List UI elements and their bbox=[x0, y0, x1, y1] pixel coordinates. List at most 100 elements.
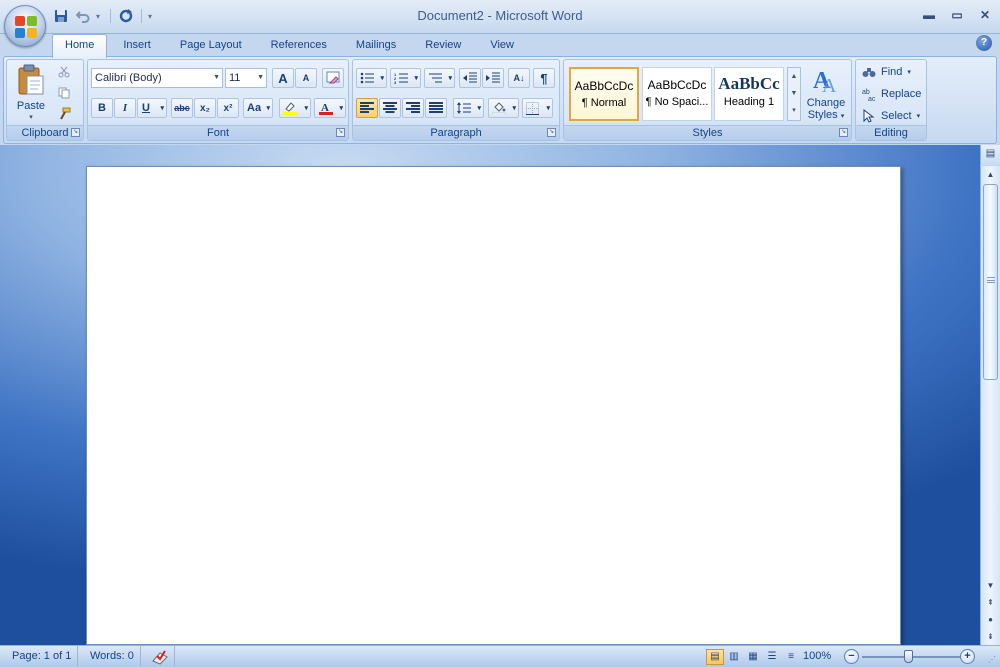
paste-dropdown-icon[interactable]: ▾ bbox=[12, 113, 50, 121]
tab-view[interactable]: View bbox=[477, 34, 527, 56]
maximize-button[interactable]: ▭ bbox=[946, 8, 968, 24]
scroll-up-icon[interactable]: ▲ bbox=[981, 166, 1000, 183]
decrease-indent-button[interactable] bbox=[459, 68, 481, 88]
select-button[interactable]: Select ▾ bbox=[862, 106, 920, 126]
paragraph-launcher-icon[interactable]: ↘ bbox=[547, 128, 556, 137]
minimize-button[interactable]: ▬ bbox=[918, 8, 940, 24]
tab-home[interactable]: Home bbox=[52, 34, 108, 58]
shading-button[interactable]: ▾ bbox=[488, 98, 519, 118]
page-count-status[interactable]: Page: 1 of 1 bbox=[6, 646, 79, 667]
multilevel-dropdown-icon[interactable]: ▾ bbox=[448, 74, 452, 82]
style-tile-no-spacing[interactable]: AaBbCcDc ¶ No Spaci... bbox=[642, 67, 712, 121]
cursor-arrow-icon bbox=[862, 109, 876, 123]
view-ruler-icon[interactable]: ▤ bbox=[980, 145, 1000, 165]
superscript-button[interactable]: x² bbox=[217, 98, 239, 118]
shading-dropdown-icon[interactable]: ▾ bbox=[512, 104, 516, 112]
styles-launcher-icon[interactable]: ↘ bbox=[839, 128, 848, 137]
bullets-dropdown-icon[interactable]: ▾ bbox=[380, 74, 384, 82]
clipboard-launcher-icon[interactable]: ↘ bbox=[71, 128, 80, 137]
subscript-button[interactable]: x₂ bbox=[194, 98, 216, 118]
next-page-icon[interactable]: ⇟ bbox=[981, 628, 1000, 645]
align-left-icon bbox=[360, 102, 374, 113]
align-right-button[interactable] bbox=[402, 98, 424, 118]
pilcrow-icon: ¶ bbox=[540, 70, 548, 86]
vertical-scrollbar[interactable]: ▲ ▼ ⇞ ● ⇟ bbox=[980, 166, 1000, 645]
print-layout-view-icon[interactable]: ▤ bbox=[706, 649, 724, 665]
tab-insert[interactable]: Insert bbox=[110, 34, 164, 56]
justify-button[interactable] bbox=[425, 98, 447, 118]
cut-icon[interactable] bbox=[56, 64, 72, 80]
tab-review[interactable]: Review bbox=[412, 34, 474, 56]
chevron-up-icon[interactable]: ▲ bbox=[788, 68, 800, 85]
change-case-dropdown-icon[interactable]: ▾ bbox=[266, 104, 270, 112]
style-tile-normal[interactable]: AaBbCcDc ¶ Normal bbox=[569, 67, 639, 121]
tab-references[interactable]: References bbox=[258, 34, 340, 56]
outline-view-icon[interactable]: ☰ bbox=[763, 649, 781, 665]
chevron-down-icon[interactable]: ▼ bbox=[788, 85, 800, 102]
scrollbar-thumb[interactable] bbox=[983, 184, 998, 380]
font-color-dropdown-icon[interactable]: ▾ bbox=[339, 104, 343, 112]
highlight-button[interactable]: ▾ bbox=[279, 98, 311, 118]
font-size-combobox[interactable]: 11 ▼ bbox=[225, 68, 267, 88]
sort-button[interactable]: A↓ bbox=[508, 68, 530, 88]
previous-page-icon[interactable]: ⇞ bbox=[981, 594, 1000, 611]
copy-icon[interactable] bbox=[56, 85, 72, 101]
borders-button[interactable]: ▾ bbox=[522, 98, 553, 118]
draft-view-icon[interactable]: ≡ bbox=[782, 649, 800, 665]
editing-group-label: Editing bbox=[856, 125, 926, 140]
browse-object-icon[interactable]: ● bbox=[981, 611, 1000, 628]
increase-indent-button[interactable] bbox=[482, 68, 504, 88]
clear-formatting-button[interactable] bbox=[322, 68, 344, 88]
style-sample: AaBbCcDc bbox=[574, 79, 634, 93]
show-hide-marks-button[interactable]: ¶ bbox=[533, 68, 555, 88]
zoom-in-icon[interactable]: + bbox=[960, 649, 975, 664]
zoom-slider-thumb[interactable] bbox=[904, 650, 913, 663]
full-screen-reading-view-icon[interactable]: ▥ bbox=[725, 649, 743, 665]
style-tile-heading-1[interactable]: AaBbCc Heading 1 bbox=[714, 67, 784, 121]
replace-button[interactable]: ab ac Replace bbox=[862, 84, 921, 104]
close-button[interactable]: ✕ bbox=[974, 8, 996, 24]
bold-button[interactable]: B bbox=[91, 98, 113, 118]
styles-gallery-scroll[interactable]: ▲ ▼ ▾ bbox=[787, 67, 801, 121]
numbering-button[interactable]: 123 ▾ bbox=[390, 68, 421, 88]
line-spacing-button[interactable]: ▾ bbox=[453, 98, 484, 118]
proofing-status[interactable] bbox=[145, 646, 175, 667]
tab-page-layout[interactable]: Page Layout bbox=[167, 34, 255, 56]
numbering-dropdown-icon[interactable]: ▾ bbox=[414, 74, 418, 82]
zoom-out-icon[interactable]: − bbox=[844, 649, 859, 664]
bullets-button[interactable]: ▾ bbox=[356, 68, 387, 88]
change-case-button[interactable]: Aa ▾ bbox=[243, 98, 273, 118]
font-color-button[interactable]: A ▾ bbox=[314, 98, 346, 118]
chevron-down-icon: ▾ bbox=[840, 113, 845, 120]
change-styles-button[interactable]: AA Change Styles ▾ bbox=[803, 64, 849, 124]
borders-dropdown-icon[interactable]: ▾ bbox=[546, 104, 550, 112]
font-name-combobox[interactable]: Calibri (Body) ▼ bbox=[91, 68, 223, 88]
strikethrough-button[interactable]: abc bbox=[171, 98, 193, 118]
underline-dropdown-icon[interactable]: ▾ bbox=[160, 104, 164, 112]
font-launcher-icon[interactable]: ↘ bbox=[336, 128, 345, 137]
underline-button[interactable]: U ▾ bbox=[137, 98, 167, 118]
web-layout-view-icon[interactable]: ▦ bbox=[744, 649, 762, 665]
office-button[interactable] bbox=[4, 5, 46, 47]
gallery-more-icon[interactable]: ▾ bbox=[788, 102, 800, 119]
italic-button[interactable]: I bbox=[114, 98, 136, 118]
resize-grip-icon[interactable]: ⋰ bbox=[988, 655, 998, 665]
format-painter-icon[interactable] bbox=[56, 106, 72, 122]
help-icon[interactable]: ? bbox=[976, 35, 992, 51]
word-count-status[interactable]: Words: 0 bbox=[84, 646, 141, 667]
scroll-down-icon[interactable]: ▼ bbox=[981, 577, 1000, 594]
paragraph-group-label: Paragraph bbox=[353, 125, 559, 140]
align-left-button[interactable] bbox=[356, 98, 378, 118]
multilevel-list-button[interactable]: ▾ bbox=[424, 68, 455, 88]
align-center-button[interactable] bbox=[379, 98, 401, 118]
find-button[interactable]: Find ▾ bbox=[862, 62, 911, 82]
grow-font-button[interactable]: A bbox=[272, 68, 294, 88]
style-name: Heading 1 bbox=[723, 96, 775, 108]
tab-mailings[interactable]: Mailings bbox=[343, 34, 409, 56]
line-spacing-dropdown-icon[interactable]: ▾ bbox=[477, 104, 481, 112]
zoom-level[interactable]: 100% bbox=[803, 646, 831, 667]
shrink-font-button[interactable]: A bbox=[295, 68, 317, 88]
style-name: ¶ Normal bbox=[581, 97, 627, 109]
highlight-dropdown-icon[interactable]: ▾ bbox=[304, 104, 308, 112]
document-page[interactable] bbox=[86, 166, 901, 645]
